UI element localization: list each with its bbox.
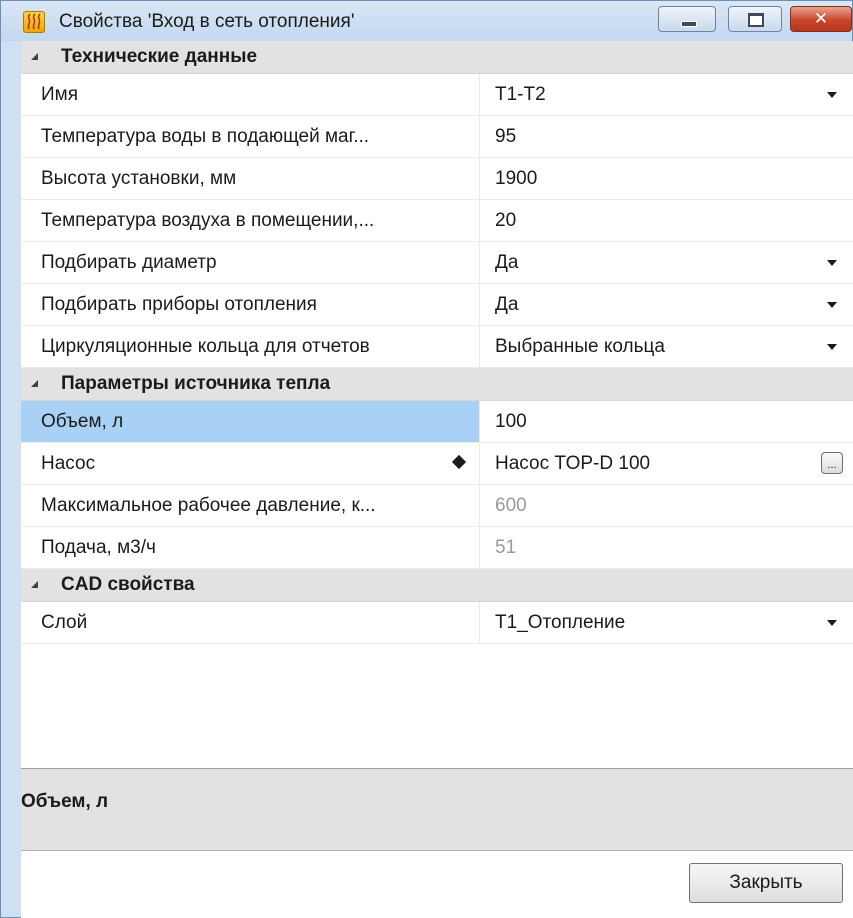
property-row-volume[interactable]: Объем, л 100 <box>21 401 853 443</box>
property-value[interactable]: 100 <box>495 411 527 433</box>
property-value[interactable]: 95 <box>495 126 516 148</box>
property-value: 600 <box>495 495 527 516</box>
heating-icon <box>23 11 45 33</box>
property-row-name[interactable]: Имя Т1-Т2 <box>21 74 853 116</box>
collapse-triangle-icon[interactable] <box>31 581 38 588</box>
description-title: Объем, л <box>21 791 109 812</box>
property-row-circulation-rings[interactable]: Циркуляционные кольца для отчетов Выбран… <box>21 326 853 368</box>
dropdown-arrow-icon[interactable] <box>827 620 837 626</box>
section-heat-source[interactable]: Параметры источника тепла <box>21 368 853 401</box>
section-label: CAD свойства <box>61 574 195 595</box>
property-value[interactable]: Т1-Т2 <box>495 84 546 106</box>
property-row-install-height[interactable]: Высота установки, мм 1900 <box>21 158 853 200</box>
window-title: Свойства 'Вход в сеть отопления' <box>59 11 355 32</box>
maximize-button[interactable] <box>728 6 782 32</box>
property-label: Слой <box>41 612 88 633</box>
property-value: 51 <box>495 537 517 558</box>
close-window-button[interactable]: ✕ <box>790 6 852 32</box>
property-value[interactable]: Выбранные кольца <box>495 336 665 358</box>
dropdown-arrow-icon[interactable] <box>827 344 837 350</box>
property-row-supply-water-temp[interactable]: Температура воды в подающей маг... 95 <box>21 116 853 158</box>
maximize-icon <box>748 13 764 27</box>
property-label: Температура воды в подающей маг... <box>41 126 370 147</box>
ellipsis-button[interactable]: ... <box>821 452 843 474</box>
collapse-triangle-icon[interactable] <box>31 380 38 387</box>
property-label: Объем, л <box>41 411 124 432</box>
properties-window: Свойства 'Вход в сеть отопления' ✕ Техни… <box>0 0 853 918</box>
section-label: Технические данные <box>61 46 258 67</box>
property-value[interactable]: Да <box>495 294 518 316</box>
dropdown-arrow-icon[interactable] <box>827 302 837 308</box>
collapse-triangle-icon[interactable] <box>31 53 38 60</box>
property-row-layer[interactable]: Слой Т1_Отопление <box>21 602 853 644</box>
property-label: Подбирать приборы отопления <box>41 294 317 315</box>
close-icon: ✕ <box>813 9 829 29</box>
property-label: Имя <box>41 84 79 105</box>
property-row-room-air-temp[interactable]: Температура воздуха в помещении,... 20 <box>21 200 853 242</box>
property-row-select-diameter[interactable]: Подбирать диаметр Да <box>21 242 853 284</box>
property-label: Подбирать диаметр <box>41 252 217 273</box>
property-label: Высота установки, мм <box>41 168 237 189</box>
property-row-select-heaters[interactable]: Подбирать приборы отопления Да <box>21 284 853 326</box>
property-label: Температура воздуха в помещении,... <box>41 210 375 231</box>
section-cad-properties[interactable]: CAD свойства <box>21 569 853 602</box>
property-row-pump[interactable]: Насос Насос TOP-D 100 ... <box>21 443 853 485</box>
minimize-button[interactable] <box>658 6 716 32</box>
property-label: Циркуляционные кольца для отчетов <box>41 336 370 357</box>
property-row-flow: Подача, м3/ч 51 <box>21 527 853 569</box>
property-value[interactable]: Т1_Отопление <box>495 612 625 634</box>
description-panel: Объем, л <box>21 769 853 851</box>
section-technical-data[interactable]: Технические данные <box>21 41 853 74</box>
property-value[interactable]: 20 <box>495 210 516 232</box>
property-value[interactable]: Насос TOP-D 100 <box>495 453 650 475</box>
property-label: Максимальное рабочее давление, к... <box>41 495 376 516</box>
property-label: Насос <box>41 453 96 474</box>
property-value[interactable]: Да <box>495 252 518 274</box>
dialog-content: Технические данные Имя Т1-Т2 Температура… <box>21 41 853 918</box>
property-grid: Технические данные Имя Т1-Т2 Температура… <box>21 41 853 769</box>
property-label: Подача, м3/ч <box>41 537 156 558</box>
property-row-max-pressure: Максимальное рабочее давление, к... 600 <box>21 485 853 527</box>
dropdown-arrow-icon[interactable] <box>827 260 837 266</box>
section-label: Параметры источника тепла <box>61 373 331 394</box>
property-value[interactable]: 1900 <box>495 168 537 190</box>
dropdown-arrow-icon[interactable] <box>827 92 837 98</box>
close-button[interactable]: Закрыть <box>689 863 843 903</box>
title-bar[interactable]: Свойства 'Вход в сеть отопления' ✕ <box>1 1 852 41</box>
minimize-icon <box>681 21 697 27</box>
